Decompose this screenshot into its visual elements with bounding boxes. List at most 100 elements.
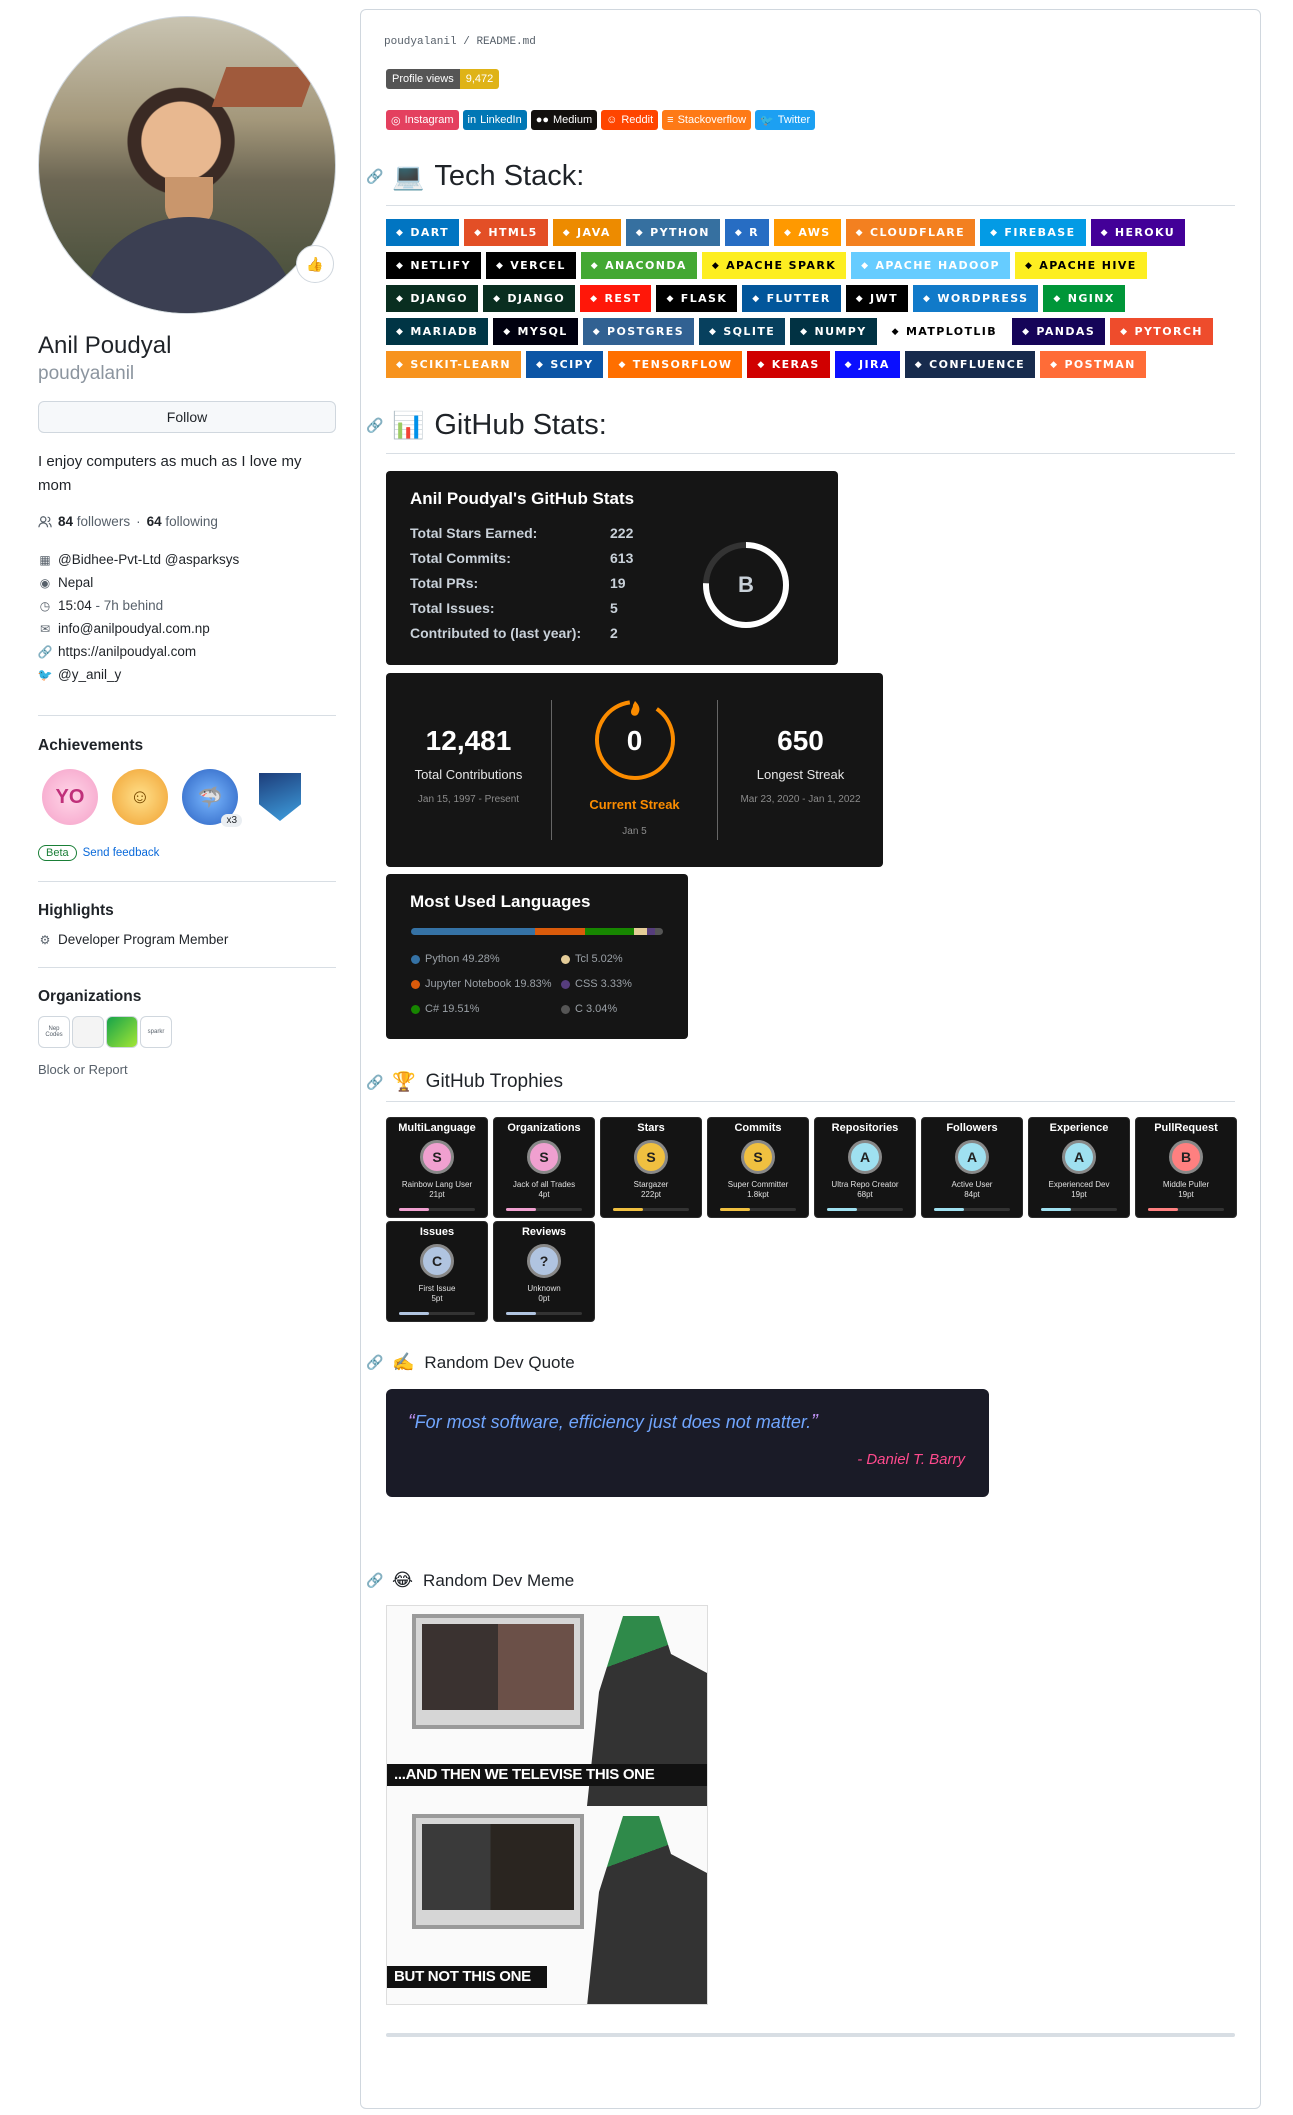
tech-badge-r[interactable]: ◆ R xyxy=(724,219,770,246)
tech-badge-apache-spark[interactable]: ◆ APACHE SPARK xyxy=(701,252,847,279)
org-avatar[interactable]: sparkr xyxy=(140,1016,172,1048)
languages-bar xyxy=(411,928,663,935)
twitter-badge-icon: 🐦 xyxy=(760,114,774,127)
trophy-organizations[interactable]: Organizations S Jack of all Trades 4pt xyxy=(493,1117,595,1218)
tech-badge-python[interactable]: ◆ PYTHON xyxy=(625,219,720,246)
rest-icon: ◆ xyxy=(590,293,599,304)
tech-badge-scikit-learn[interactable]: ◆ SCIKIT-LEARN xyxy=(386,351,521,378)
tech-badge-pandas[interactable]: ◆ PANDAS xyxy=(1012,318,1106,345)
tech-badge-html5[interactable]: ◆ HTML5 xyxy=(464,219,548,246)
trophy-issues[interactable]: Issues C First Issue 5pt xyxy=(386,1221,488,1322)
stat-row: Contributed to (last year): 2 xyxy=(410,624,618,641)
tech-badge-cloudflare[interactable]: ◆ CLOUDFLARE xyxy=(845,219,976,246)
tech-badge-java[interactable]: ◆ JAVA xyxy=(552,219,621,246)
tech-badge-dart[interactable]: ◆ DART xyxy=(386,219,460,246)
tech-badge-anaconda[interactable]: ◆ ANACONDA xyxy=(580,252,697,279)
anchor-link-icon[interactable]: 🔗 xyxy=(366,1354,383,1371)
tech-badge-matplotlib[interactable]: ◆ MATPLOTLIB xyxy=(881,318,1008,345)
follow-button[interactable]: Follow xyxy=(38,401,336,433)
matplotlib-icon: ◆ xyxy=(891,326,900,337)
pytorch-icon: ◆ xyxy=(1120,326,1129,337)
tech-badge-postgres[interactable]: ◆ POSTGRES xyxy=(582,318,695,345)
trophy-stars[interactable]: Stars S Stargazer 222pt xyxy=(600,1117,702,1218)
arctic-vault-achievement-icon[interactable] xyxy=(252,769,308,825)
tech-badge-flask[interactable]: ◆ FLASK xyxy=(656,285,738,312)
twitter-link[interactable]: @y_anil_y xyxy=(58,667,121,682)
profile-details: ▦ @Bidhee-Pvt-Ltd @asparksys ◉ Nepal ◷ 15:0… xyxy=(38,552,240,682)
quickdraw-achievement-icon[interactable]: ☺ xyxy=(112,769,168,825)
company[interactable]: @Bidhee-Pvt-Ltd @asparksys xyxy=(58,552,239,567)
org-avatar[interactable]: Nep Codes xyxy=(38,1016,70,1048)
trophy-reviews[interactable]: Reviews? Unknown 0pt xyxy=(493,1221,595,1322)
org-avatar[interactable] xyxy=(72,1016,104,1048)
tech-badge-heroku[interactable]: ◆ HEROKU xyxy=(1090,219,1186,246)
followers-link[interactable]: 84 followers xyxy=(58,514,130,529)
reddit-badge[interactable]: ☺ Reddit xyxy=(601,110,659,130)
stackoverflow-badge[interactable]: ≡ Stackoverflow xyxy=(662,110,752,130)
tech-badge-firebase[interactable]: ◆ FIREBASE xyxy=(980,219,1086,246)
html5-icon: ◆ xyxy=(474,227,483,238)
medium-badge[interactable]: ●● Medium xyxy=(530,110,598,130)
quote-card: “For most software, efficiency just does… xyxy=(386,1389,989,1497)
tech-badge-nginx[interactable]: ◆ NGINX xyxy=(1043,285,1125,312)
tech-badge-keras[interactable]: ◆ KERAS xyxy=(747,351,830,378)
streak-card: 12,481 Total Contributions Jan 15, 1997 … xyxy=(386,673,883,867)
twitter-badge[interactable]: 🐦 Twitter xyxy=(755,110,816,130)
tech-badge-mysql[interactable]: ◆ MYSQL xyxy=(493,318,578,345)
tech-badge-netlify[interactable]: ◆ NETLIFY xyxy=(386,252,481,279)
readme-user-link[interactable]: poudyalanil xyxy=(384,36,457,48)
status-emoji[interactable]: 👍 xyxy=(296,245,334,283)
language-bar-segment xyxy=(535,928,586,935)
instagram-badge[interactable]: ◎ Instagram xyxy=(386,110,459,130)
tech-badge-numpy[interactable]: ◆ NUMPY xyxy=(790,318,877,345)
block-report-link[interactable]: Block or Report xyxy=(38,1062,128,1077)
numpy-icon: ◆ xyxy=(800,326,809,337)
highlight-item: ⚙ Developer Program Member xyxy=(39,932,229,947)
laptop-icon: 💻 xyxy=(392,161,425,191)
achievements-title[interactable]: Achievements xyxy=(38,737,143,755)
trophy-repositories[interactable]: Repositories A Ultra Repo Creator 68pt xyxy=(814,1117,916,1218)
tech-badge-mariadb[interactable]: ◆ MARIADB xyxy=(386,318,489,345)
tech-badge-django[interactable]: ◆ DJANGO xyxy=(386,285,479,312)
tech-badge-jira[interactable]: ◆ JIRA xyxy=(834,351,900,378)
anchor-link-icon[interactable]: 🔗 xyxy=(366,1572,383,1589)
website-link[interactable]: https://anilpoudyal.com xyxy=(58,644,196,659)
tech-badge-confluence[interactable]: ◆ CONFLUENCE xyxy=(904,351,1036,378)
tech-badge-apache-hadoop[interactable]: ◆ APACHE HADOOP xyxy=(851,252,1010,279)
profile-bio: I enjoy computers as much as I love my m… xyxy=(38,453,302,494)
tech-badge-flutter[interactable]: ◆ FLUTTER xyxy=(742,285,841,312)
readme-file-link[interactable]: README.md xyxy=(476,36,535,48)
anchor-link-icon[interactable]: 🔗 xyxy=(366,1074,383,1091)
pull-shark-achievement-icon[interactable]: 🦈 x3 xyxy=(182,769,242,827)
tech-badge-apache-hive[interactable]: ◆ APACHE HIVE xyxy=(1014,252,1147,279)
tech-badge-scipy[interactable]: ◆ SCIPY xyxy=(526,351,604,378)
tech-badge-vercel[interactable]: ◆ VERCEL xyxy=(485,252,576,279)
pandas-icon: ◆ xyxy=(1022,326,1031,337)
tech-badge-sqlite[interactable]: ◆ SQLITE xyxy=(699,318,786,345)
org-avatar[interactable] xyxy=(106,1016,138,1048)
people-icon xyxy=(38,515,52,529)
tech-badge-rest[interactable]: ◆ REST xyxy=(580,285,652,312)
trophy-experience[interactable]: Experience A Experienced Dev 19pt xyxy=(1028,1117,1130,1218)
tech-badge-django[interactable]: ◆ DJANGO xyxy=(483,285,576,312)
tech-badge-pytorch[interactable]: ◆ PYTORCH xyxy=(1110,318,1213,345)
send-feedback-link[interactable]: Send feedback xyxy=(83,847,160,859)
anchor-link-icon[interactable]: 🔗 xyxy=(366,417,383,434)
following-link[interactable]: 64 following xyxy=(147,514,218,529)
trophy-followers[interactable]: Followers A Active User 84pt xyxy=(921,1117,1023,1218)
tech-badge-wordpress[interactable]: ◆ WORDPRESS xyxy=(912,285,1039,312)
tech-badge-postman[interactable]: ◆ POSTMAN xyxy=(1040,351,1146,378)
tech-badge-aws[interactable]: ◆ AWS xyxy=(774,219,841,246)
trophy-multilanguage[interactable]: MultiLanguage S Rainbow Lang User 21pt xyxy=(386,1117,488,1218)
trophy-pullrequest[interactable]: PullRequest B Middle Puller 19pt xyxy=(1135,1117,1237,1218)
email-link[interactable]: info@anilpoudyal.com.np xyxy=(58,621,210,636)
tech-badge-tensorflow[interactable]: ◆ TENSORFLOW xyxy=(608,351,743,378)
anchor-link-icon[interactable]: 🔗 xyxy=(366,168,383,185)
trophy-commits[interactable]: Commits S Super Committer 1.8kpt xyxy=(707,1117,809,1218)
profile-avatar[interactable] xyxy=(38,16,336,314)
linkedin-badge[interactable]: in LinkedIn xyxy=(462,110,527,130)
yolo-achievement-icon[interactable]: YO xyxy=(42,769,98,825)
sqlite-icon: ◆ xyxy=(709,326,718,337)
tech-badge-jwt[interactable]: ◆ JWT xyxy=(845,285,908,312)
meme-top-caption: ...AND THEN WE TELEVISE THIS ONE xyxy=(394,1766,655,1783)
